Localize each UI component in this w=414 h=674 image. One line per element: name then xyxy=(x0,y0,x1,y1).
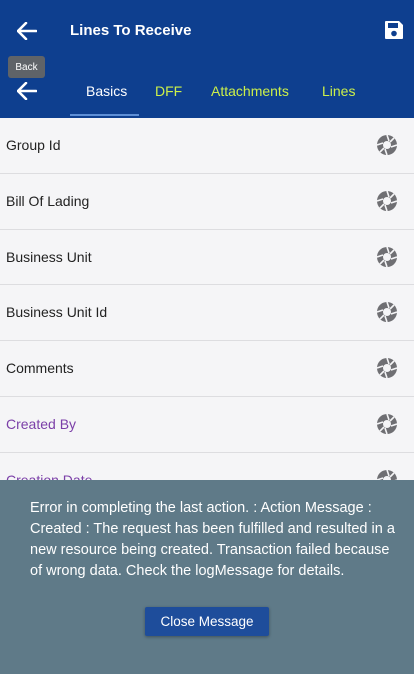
back-button[interactable] xyxy=(14,18,40,44)
save-icon xyxy=(385,21,403,39)
field-row-created-by: Created By xyxy=(0,396,414,453)
camera-shutter-icon[interactable] xyxy=(376,357,398,379)
field-row-group-id: Group Id xyxy=(0,118,414,174)
field-label: Comments xyxy=(6,360,74,377)
camera-shutter-icon[interactable] xyxy=(376,190,398,212)
close-message-button[interactable]: Close Message xyxy=(145,607,269,636)
camera-shutter-icon[interactable] xyxy=(376,134,398,156)
tab-attachments[interactable]: Attachments xyxy=(211,83,289,99)
field-row-business-unit: Business Unit xyxy=(0,229,414,286)
field-label: Business Unit Id xyxy=(6,304,108,321)
arrow-left-icon xyxy=(17,22,37,40)
secondary-back-button[interactable] xyxy=(14,78,40,104)
tab-lines[interactable]: Lines xyxy=(322,83,355,99)
field-list: Group Id Bill Of Lading Business Unit Bu… xyxy=(0,118,414,509)
active-tab-indicator xyxy=(70,114,139,116)
field-label: Created By xyxy=(6,415,77,432)
field-row-business-unit-id: Business Unit Id xyxy=(0,285,414,342)
camera-shutter-icon[interactable] xyxy=(376,246,398,268)
page-title: Lines To Receive xyxy=(70,22,192,39)
back-tooltip: Back xyxy=(8,56,45,78)
field-row-comments: Comments xyxy=(0,341,414,397)
arrow-left-icon xyxy=(17,82,37,100)
save-button[interactable] xyxy=(384,20,406,42)
tab-basics[interactable]: Basics xyxy=(86,83,127,99)
app-header: Lines To Receive xyxy=(0,0,414,64)
field-label: Bill Of Lading xyxy=(6,192,90,209)
tab-dff[interactable]: DFF xyxy=(155,83,182,99)
error-message-panel: Error in completing the last action. : A… xyxy=(0,480,414,674)
camera-shutter-icon[interactable] xyxy=(376,301,398,323)
field-label: Business Unit xyxy=(6,248,92,265)
camera-shutter-icon[interactable] xyxy=(376,413,398,435)
tab-bar: Basics DFF Attachments Lines xyxy=(0,64,414,118)
field-label: Group Id xyxy=(6,137,61,153)
error-message-text: Error in completing the last action. : A… xyxy=(30,500,395,579)
field-row-bill-of-lading: Bill Of Lading xyxy=(0,173,414,230)
